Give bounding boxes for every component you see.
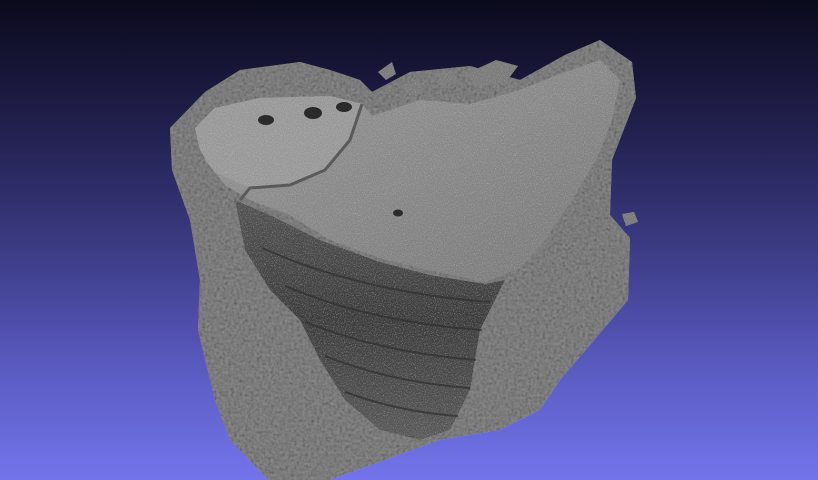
cup-mark [336,102,352,112]
3d-viewport[interactable] [0,0,818,480]
cup-mark [393,209,403,217]
cup-mark [304,107,322,119]
cup-mark [258,115,274,125]
rock-mesh-model[interactable] [0,0,818,480]
